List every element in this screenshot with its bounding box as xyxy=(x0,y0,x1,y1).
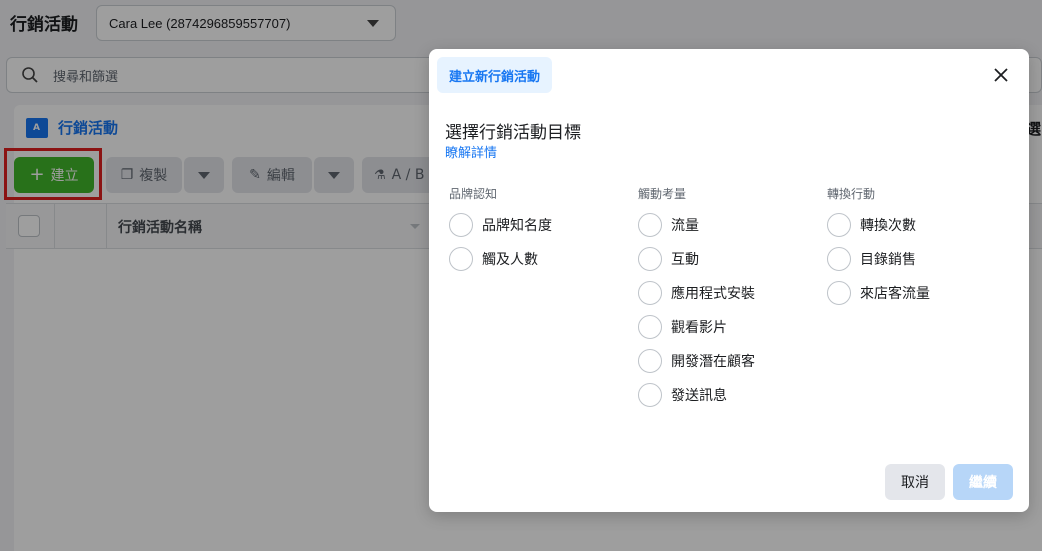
radio-button[interactable] xyxy=(449,247,473,271)
objective-option-label: 轉換次數 xyxy=(860,218,916,234)
objective-option[interactable]: 來店客流量 xyxy=(827,276,1007,310)
objective-option-label: 發送訊息 xyxy=(671,388,727,404)
objective-option-label: 互動 xyxy=(671,252,699,268)
radio-button[interactable] xyxy=(827,213,851,237)
objective-option[interactable]: 應用程式安裝 xyxy=(638,276,818,310)
radio-button[interactable] xyxy=(449,213,473,237)
radio-button[interactable] xyxy=(827,281,851,305)
objective-option[interactable]: 互動 xyxy=(638,242,818,276)
dialog-title: 選擇行銷活動目標 xyxy=(445,123,581,143)
continue-button[interactable]: 繼續 xyxy=(953,464,1013,500)
radio-button[interactable] xyxy=(638,383,662,407)
objective-option[interactable]: 品牌知名度 xyxy=(449,208,629,242)
objective-option[interactable]: 轉換次數 xyxy=(827,208,1007,242)
objective-option-label: 品牌知名度 xyxy=(482,218,552,234)
objective-option-label: 觸及人數 xyxy=(482,252,538,268)
objective-column-awareness: 品牌認知 品牌知名度 觸及人數 xyxy=(449,185,629,276)
learn-more-link[interactable]: 瞭解詳情 xyxy=(445,142,497,161)
objective-option[interactable]: 觸及人數 xyxy=(449,242,629,276)
create-campaign-dialog: 建立新行銷活動 選擇行銷活動目標 瞭解詳情 品牌認知 品牌知名度 觸及人數 觸動… xyxy=(429,49,1029,512)
objective-option-label: 觀看影片 xyxy=(671,320,727,336)
radio-button[interactable] xyxy=(638,281,662,305)
objective-option[interactable]: 開發潛在顧客 xyxy=(638,344,818,378)
objective-option[interactable]: 流量 xyxy=(638,208,818,242)
objective-option[interactable]: 觀看影片 xyxy=(638,310,818,344)
objective-option-label: 流量 xyxy=(671,218,699,234)
objective-option[interactable]: 發送訊息 xyxy=(638,378,818,412)
objective-column-header: 觸動考量 xyxy=(638,187,687,201)
cancel-button[interactable]: 取消 xyxy=(885,464,945,500)
dialog-tab[interactable]: 建立新行銷活動 xyxy=(437,57,553,93)
objective-option-label: 開發潛在顧客 xyxy=(671,354,755,370)
objective-column-header: 轉換行動 xyxy=(827,187,876,201)
objective-option-label: 目錄銷售 xyxy=(860,252,916,268)
objective-column-conversion: 轉換行動 轉換次數 目錄銷售 來店客流量 xyxy=(827,185,1007,310)
radio-button[interactable] xyxy=(638,315,662,339)
objective-column-header: 品牌認知 xyxy=(449,187,498,201)
close-button[interactable] xyxy=(991,65,1011,85)
radio-button[interactable] xyxy=(638,247,662,271)
radio-button[interactable] xyxy=(638,349,662,373)
radio-button[interactable] xyxy=(638,213,662,237)
objective-option[interactable]: 目錄銷售 xyxy=(827,242,1007,276)
close-icon xyxy=(994,68,1008,82)
radio-button[interactable] xyxy=(827,247,851,271)
objective-option-label: 應用程式安裝 xyxy=(671,286,755,302)
objective-option-label: 來店客流量 xyxy=(860,286,930,302)
objective-column-consideration: 觸動考量 流量 互動 應用程式安裝 觀看影片 開發潛在顧客 發送訊息 xyxy=(638,185,818,412)
